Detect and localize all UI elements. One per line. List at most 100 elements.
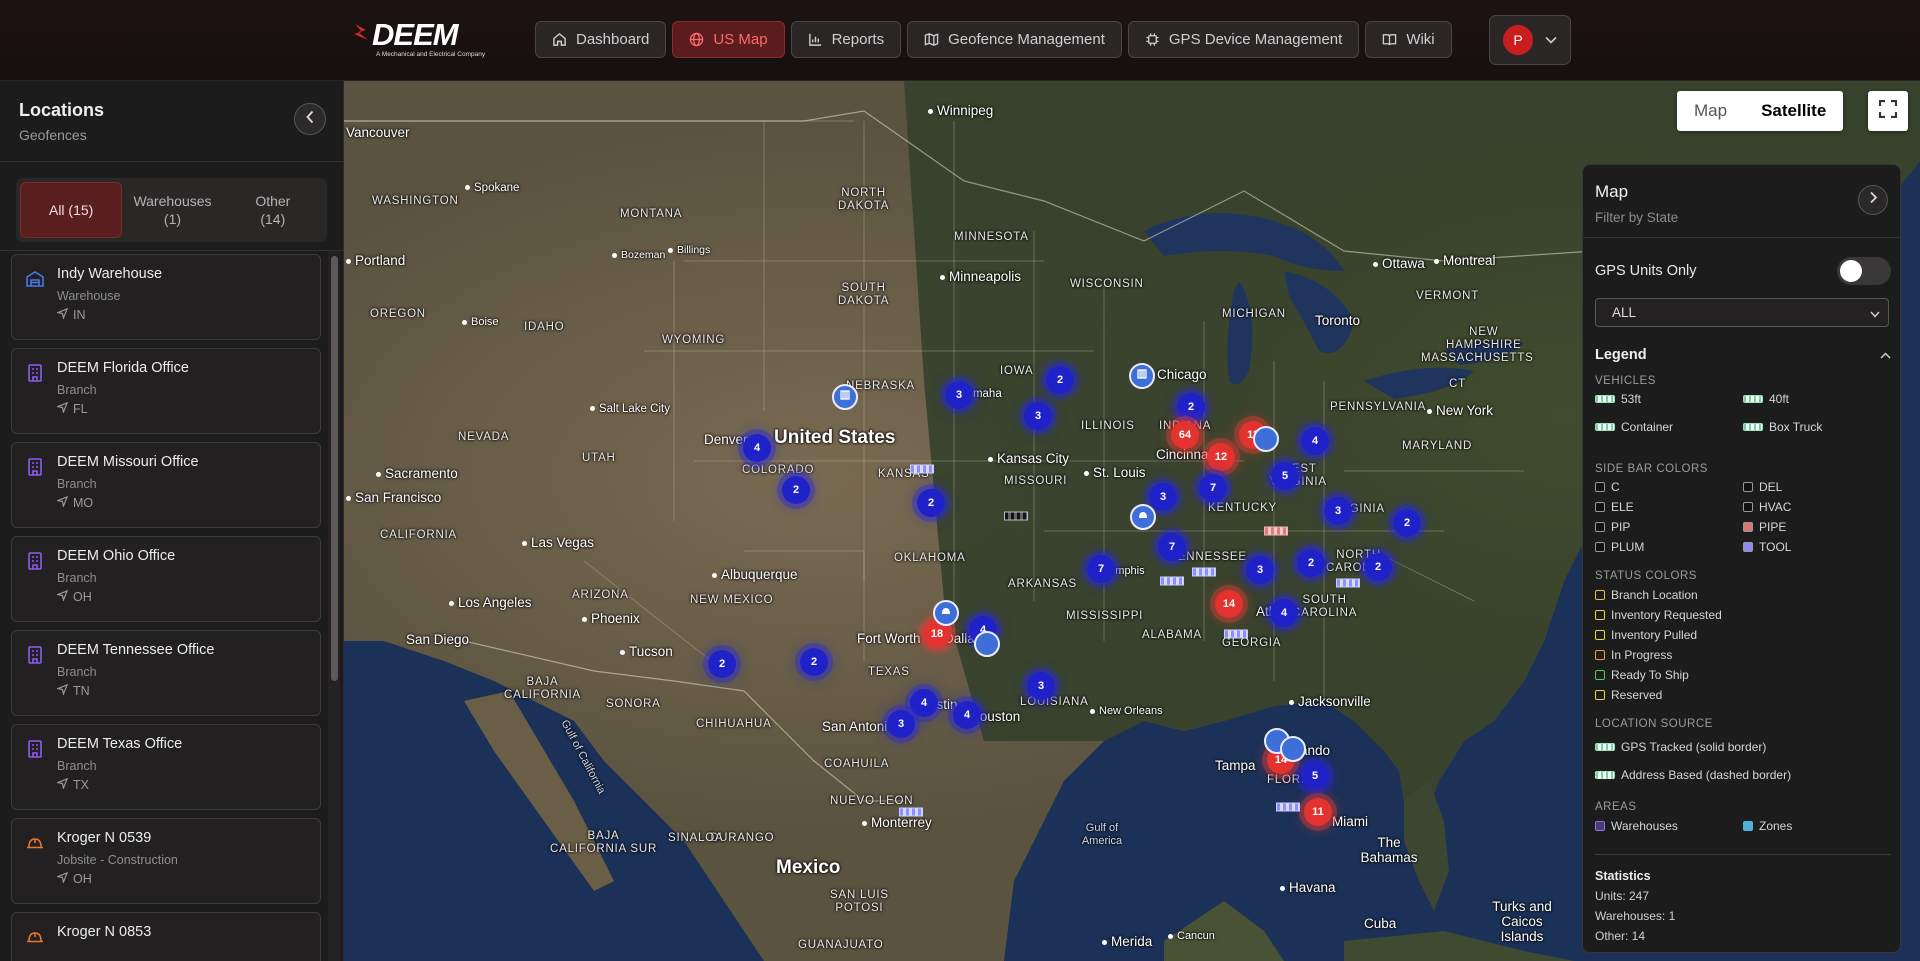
office-pin[interactable] [974,631,1000,657]
nav-gps-device-management-label: GPS Device Management [1168,31,1343,48]
city-label-bozeman: Bozeman [612,249,665,261]
cluster-marker[interactable]: 4 [910,689,938,717]
cluster-marker[interactable]: 2 [1177,393,1205,421]
cluster-marker[interactable]: 3 [1324,497,1352,525]
nav-gps-device-management-button[interactable]: GPS Device Management [1127,21,1360,58]
office-pin[interactable] [1280,736,1306,762]
location-item[interactable]: Kroger N 0539 Jobsite - Construction OH [11,818,321,904]
cluster-marker[interactable]: 11 [1304,798,1332,826]
tab-warehouses[interactable]: Warehouses (1) [122,182,222,238]
cluster-marker[interactable]: 3 [1149,483,1177,511]
vehicle-marker[interactable] [1160,576,1184,586]
cluster-marker[interactable]: 2 [708,650,736,678]
state-label: CALIFORNIA [380,529,458,541]
nav-reports-button[interactable]: Reports [790,21,902,58]
office-building-icon [25,551,45,571]
cluster-marker[interactable]: 3 [1027,672,1055,700]
cluster-marker[interactable]: 5 [1271,462,1299,490]
cluster-marker[interactable]: 4 [1270,599,1298,627]
nav-wiki-button[interactable]: Wiki [1365,21,1452,58]
deem-logo[interactable]: DEEM A Mechanical and Electrical Company [352,19,485,58]
office-pin[interactable] [1130,504,1156,530]
cluster-marker[interactable]: 2 [1364,553,1392,581]
cluster-marker[interactable]: 7 [1158,533,1186,561]
location-item[interactable]: Kroger N 0853 [11,912,321,961]
legend-item-label: PIPE [1759,520,1787,534]
vehicle-marker[interactable] [1192,567,1216,577]
state-label: COAHUILA [824,758,890,770]
city-label-tucson: Tucson [620,644,673,659]
vehicle-marker[interactable] [899,807,923,817]
cluster-marker[interactable]: 2 [800,648,828,676]
location-item[interactable]: DEEM Florida Office Branch FL [11,348,321,434]
cluster-marker[interactable]: 4 [743,434,771,462]
state-label: IOWA [1000,365,1034,377]
map-type-map-button[interactable]: Map [1677,91,1744,131]
cluster-marker[interactable]: 12 [1207,443,1235,471]
location-state: OH [55,589,320,604]
legend-header[interactable]: Legend [1595,346,1891,364]
legend-item-label: 53ft [1621,392,1642,406]
cluster-marker[interactable]: 3 [887,710,915,738]
statistic-warehouses: Warehouses: 1 [1595,909,1676,923]
nav-geofence-management-button[interactable]: Geofence Management [907,21,1122,58]
cluster-marker[interactable]: 7 [1087,555,1115,583]
tab-other[interactable]: Other (14) [223,182,323,238]
collapse-sidebar-button[interactable] [294,103,326,135]
cluster-marker[interactable]: 2 [917,489,945,517]
cluster-marker[interactable]: 2 [1046,366,1074,394]
legend-item-label: HVAC [1759,500,1792,514]
nav-us-map-button[interactable]: US Map [672,21,785,58]
location-item[interactable]: DEEM Texas Office Branch TX [11,724,321,810]
vehicle-marker[interactable] [1276,802,1300,812]
navigation-arrow-icon [55,401,69,416]
location-item[interactable]: Indy Warehouse Warehouse IN [11,254,321,340]
gps-units-only-toggle[interactable] [1837,257,1891,285]
fullscreen-button[interactable] [1868,91,1908,131]
cluster-marker[interactable]: 3 [1024,402,1052,430]
state-filter-select[interactable]: ALL [1595,298,1889,327]
cluster-marker[interactable]: 5 [1301,762,1329,790]
warehouse-pin[interactable] [1129,363,1155,389]
user-menu-button[interactable]: P [1489,15,1571,65]
cluster-marker[interactable]: 2 [1393,509,1421,537]
location-item[interactable]: DEEM Ohio Office Branch OH [11,536,321,622]
city-label-havana: Havana [1280,880,1336,895]
collapse-panel-button[interactable] [1858,185,1888,215]
cluster-marker[interactable]: 4 [953,701,981,729]
sidebar-scrollbar-thumb[interactable] [331,256,338,681]
warehouse-pin[interactable] [832,384,858,410]
legend-item: TOOL [1743,540,1791,554]
cluster-marker[interactable]: 64 [1171,421,1199,449]
legend-item-label: PLUM [1611,540,1645,554]
cluster-marker[interactable]: 3 [945,381,973,409]
office-building-icon [25,739,45,759]
city-label-chicago: Chicago [1157,367,1207,382]
sidebar-title: Locations [19,100,105,120]
office-pin[interactable] [1253,426,1279,452]
office-pin[interactable] [933,600,959,626]
vehicle-marker[interactable] [1004,511,1028,521]
map-type-satellite-button[interactable]: Satellite [1744,91,1843,131]
vehicle-marker[interactable] [1336,578,1360,588]
location-item[interactable]: DEEM Missouri Office Branch MO [11,442,321,528]
deem-logo-mark-icon [352,20,372,46]
cluster-marker[interactable]: 2 [782,476,810,504]
cluster-marker[interactable]: 4 [1301,427,1329,455]
location-item[interactable]: DEEM Tennessee Office Branch TN [11,630,321,716]
nav-dashboard-label: Dashboard [576,31,650,48]
location-name: DEEM Texas Office [57,736,183,752]
vehicle-marker[interactable] [1224,629,1248,639]
tab-all[interactable]: All (15) [20,182,123,238]
nav-dashboard-button[interactable]: Dashboard [535,21,667,58]
vehicle-marker[interactable] [910,464,934,474]
vehicle-marker[interactable] [1264,526,1288,536]
cluster-marker[interactable]: 7 [1199,474,1227,502]
map-icon [924,32,939,47]
legend-item: GPS Tracked (solid border) [1595,740,1766,754]
location-name: Indy Warehouse [57,266,163,282]
warehouse-icon [1136,367,1148,385]
cluster-marker[interactable]: 2 [1297,549,1325,577]
cluster-marker[interactable]: 14 [1215,590,1243,618]
cluster-marker[interactable]: 3 [1246,556,1274,584]
